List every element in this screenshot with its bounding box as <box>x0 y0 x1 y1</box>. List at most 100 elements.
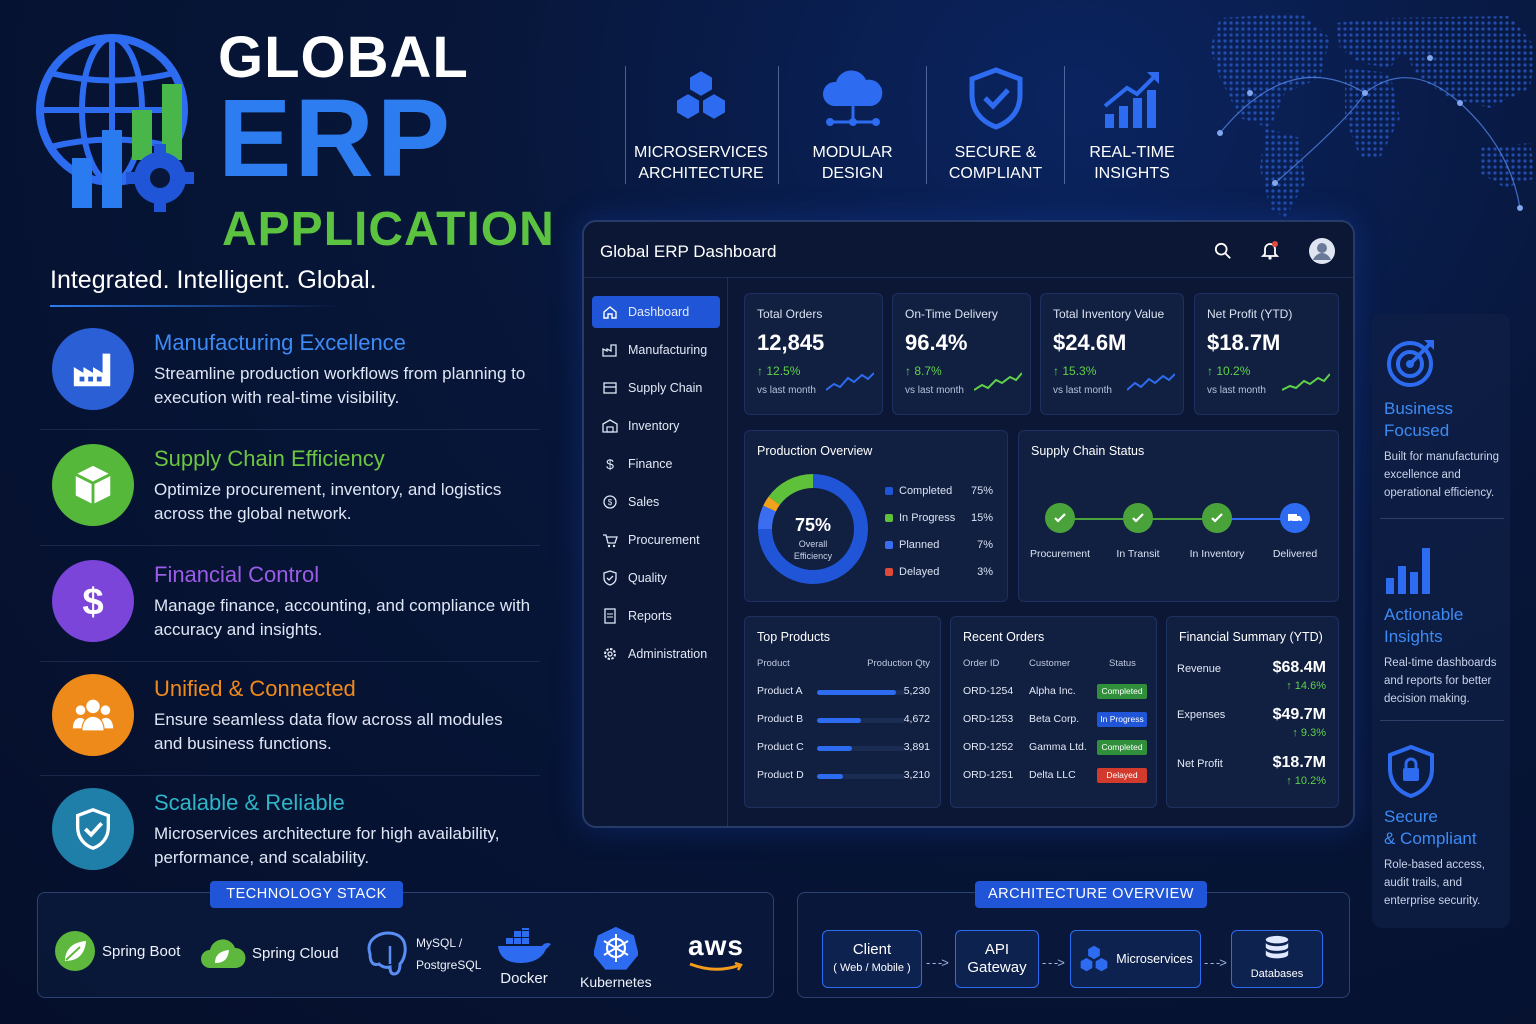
kpi-total-orders[interactable]: Total Orders 12,845 ↑ 12.5% vs last mont… <box>744 293 883 415</box>
bell-icon[interactable] <box>1260 240 1280 260</box>
pillar-label: MICROSERVICES ARCHITECTURE <box>634 144 768 182</box>
order-id[interactable]: ORD-1251 <box>963 769 1013 781</box>
pillar-label: SECURE & COMPLIANT <box>948 144 1043 182</box>
product-qty-bar-fill <box>817 718 861 723</box>
feature-scalable: Scalable & Reliable Microservices archit… <box>40 778 540 890</box>
tech-aws: aws <box>688 930 744 972</box>
right-value-panel: Business Focused Built for manufacturing … <box>1372 314 1510 928</box>
aws-smile-icon <box>689 962 743 971</box>
nav-dashboard[interactable]: Dashboard <box>592 296 720 328</box>
feature-manufacturing: Manufacturing Excellence Streamline prod… <box>40 318 540 430</box>
order-id[interactable]: ORD-1253 <box>963 713 1013 725</box>
feature-title: Supply Chain Efficiency <box>154 446 385 471</box>
product-name: Product A <box>757 685 803 697</box>
product-qty-bar <box>817 690 905 695</box>
feature-desc: Optimize procurement, inventory, and log… <box>154 480 502 523</box>
kpi-inventory-value[interactable]: Total Inventory Value $24.6M ↑ 15.3% vs … <box>1040 293 1184 415</box>
search-icon[interactable] <box>1214 242 1232 260</box>
tagline-underline <box>50 305 340 307</box>
nav-inventory[interactable]: Inventory <box>592 410 720 442</box>
feature-desc: Streamline production workflows from pla… <box>154 364 526 407</box>
order-customer: Beta Corp. <box>1029 713 1080 725</box>
product-qty: 3,891 <box>903 741 930 753</box>
kpi-on-time-delivery[interactable]: On-Time Delivery 96.4% ↑ 8.7% vs last mo… <box>892 293 1031 415</box>
supply-chain-status-card: Supply Chain Status Procurement In Trans… <box>1018 430 1339 602</box>
nav-procurement[interactable]: Procurement <box>592 524 720 556</box>
technology-stack-heading: TECHNOLOGY STACK <box>210 881 403 908</box>
tech-docker: Docker <box>496 928 552 987</box>
nav-manufacturing[interactable]: Manufacturing <box>592 334 720 366</box>
donut-slice-planned <box>758 505 777 530</box>
nav-reports[interactable]: Reports <box>592 600 720 632</box>
pillar-divider <box>926 66 927 184</box>
legend-in-progress: In Progress 15% <box>885 512 993 524</box>
spring-cloud-icon <box>201 939 246 968</box>
donut-slice-in-progress <box>768 474 814 506</box>
nav-finance[interactable]: $ Finance <box>592 448 720 480</box>
production-donut-chart: 75% Overall Efficiency <box>758 474 868 584</box>
financial-summary-card: Financial Summary (YTD) Revenue $68.4M ↑… <box>1166 616 1339 808</box>
nav-quality[interactable]: Quality <box>592 562 720 594</box>
order-id[interactable]: ORD-1252 <box>963 741 1013 753</box>
shield-lock-icon <box>1388 744 1434 798</box>
arch-arrow: - - -> <box>926 955 949 970</box>
people-icon <box>52 674 134 756</box>
sparkline <box>826 372 874 391</box>
product-name: Product C <box>757 741 804 753</box>
product-qty-bar <box>817 718 905 723</box>
step-label: In Inventory <box>1189 548 1245 560</box>
recent-orders-card: Recent Orders Order ID Customer Status O… <box>950 616 1157 808</box>
dashboard-title: Global ERP Dashboard <box>600 242 777 261</box>
tech-spring-cloud: Spring Cloud <box>200 934 339 972</box>
database-icon <box>1265 935 1289 959</box>
globe-erp-logo-icon <box>36 34 194 212</box>
pillar-divider <box>778 66 779 184</box>
product-qty-bar <box>817 774 905 779</box>
shield-check-icon <box>969 67 1022 130</box>
truck-box-icon <box>603 382 617 394</box>
product-qty: 4,672 <box>903 713 930 725</box>
feature-financial: $ Financial Control Manage finance, acco… <box>40 550 540 662</box>
step-check-icon <box>1202 503 1232 533</box>
nav-administration[interactable]: Administration <box>592 638 720 670</box>
status-badge: In Progress <box>1097 712 1147 727</box>
feature-title: Financial Control <box>154 562 320 587</box>
spring-leaf-icon <box>55 931 95 971</box>
donut-center-label: Efficiency <box>794 551 833 561</box>
step-label: Procurement <box>1029 548 1091 560</box>
sparkline <box>1282 373 1330 391</box>
product-qty-bar-fill <box>817 774 844 779</box>
product-name: Product D <box>757 769 804 781</box>
nav-sales[interactable]: $ Sales <box>592 486 720 518</box>
nav-supply-chain[interactable]: Supply Chain <box>592 372 720 404</box>
value-secure-compliant: Secure & Compliant Role-based access, aud… <box>1384 744 1504 910</box>
product-name: Product B <box>757 713 804 725</box>
arch-api-gateway: API Gateway <box>955 930 1039 988</box>
svg-text:$: $ <box>606 456 614 472</box>
pillar-secure: SECURE & COMPLIANT <box>933 66 1058 186</box>
tech-mysql-postgresql: MySQL / PostgreSQL <box>366 930 481 978</box>
kpi-net-profit[interactable]: Net Profit (YTD) $18.7M ↑ 10.2% vs last … <box>1194 293 1339 415</box>
warehouse-icon <box>602 419 618 433</box>
gear-icon <box>604 648 616 660</box>
step-check-icon <box>1045 503 1075 533</box>
dashboard-header: Global ERP Dashboard <box>584 222 1353 278</box>
arch-arrow: - - -> <box>1042 955 1065 970</box>
tech-kubernetes: Kubernetes <box>580 926 652 990</box>
order-customer: Gamma Ltd. <box>1029 741 1087 753</box>
erp-dashboard-window: Global ERP Dashboard Dashboard Manufactu… <box>582 220 1355 828</box>
user-avatar-icon[interactable] <box>1308 237 1336 265</box>
legend-completed: Completed 75% <box>885 485 993 497</box>
shield-check-icon <box>603 570 617 586</box>
sparkline <box>974 372 1022 391</box>
feature-supply-chain: Supply Chain Efficiency Optimize procure… <box>40 434 540 546</box>
arch-databases: Databases <box>1231 930 1323 988</box>
order-customer: Delta LLC <box>1029 769 1076 781</box>
dashboard-sidebar: Dashboard Manufacturing Supply Chain Inv… <box>584 278 728 826</box>
tech-spring-boot: Spring Boot <box>54 930 180 972</box>
legend-delayed: Delayed 3% <box>885 566 993 578</box>
home-icon <box>603 306 617 319</box>
order-id[interactable]: ORD-1254 <box>963 685 1013 697</box>
sparkline <box>1127 373 1175 391</box>
donut-slice-delayed <box>763 496 780 512</box>
